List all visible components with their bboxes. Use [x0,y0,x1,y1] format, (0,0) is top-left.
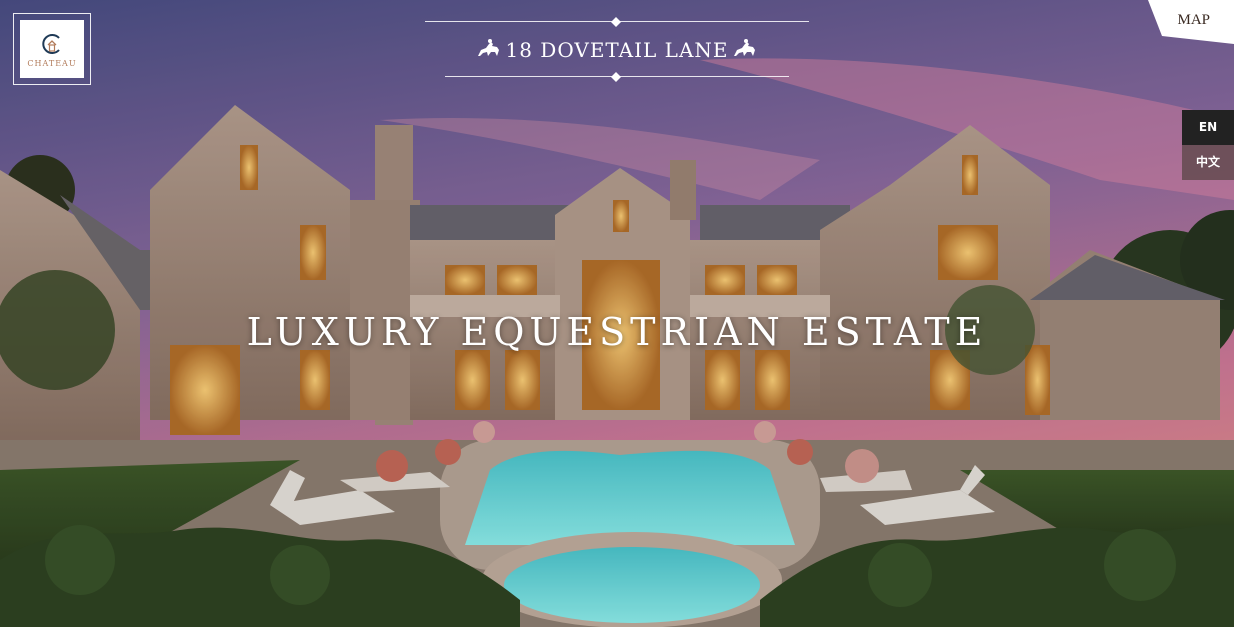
language-switcher: EN 中文 [1182,110,1234,180]
property-title-block: 18 DOVETAIL LANE [425,16,809,82]
language-option-zh[interactable]: 中文 [1182,145,1234,180]
horse-rider-icon [734,39,755,56]
diamond-ornament-icon [611,17,621,27]
map-button-label: MAP [1177,12,1210,28]
hero-headline: LUXURY EQUESTRIAN ESTATE [246,310,988,354]
logo-badge: CHATEAU [20,20,84,78]
diamond-ornament-icon [611,72,621,82]
brand-logo[interactable]: CHATEAU [13,13,91,85]
map-button[interactable]: MAP [1148,0,1234,44]
chateau-logo-icon [42,33,60,54]
hero-section: CHATEAU 18 DOVETAIL LANE MAP EN 中文 LUXUR… [0,0,1234,627]
language-option-en[interactable]: EN [1182,110,1234,145]
logo-text: CHATEAU [27,58,77,68]
